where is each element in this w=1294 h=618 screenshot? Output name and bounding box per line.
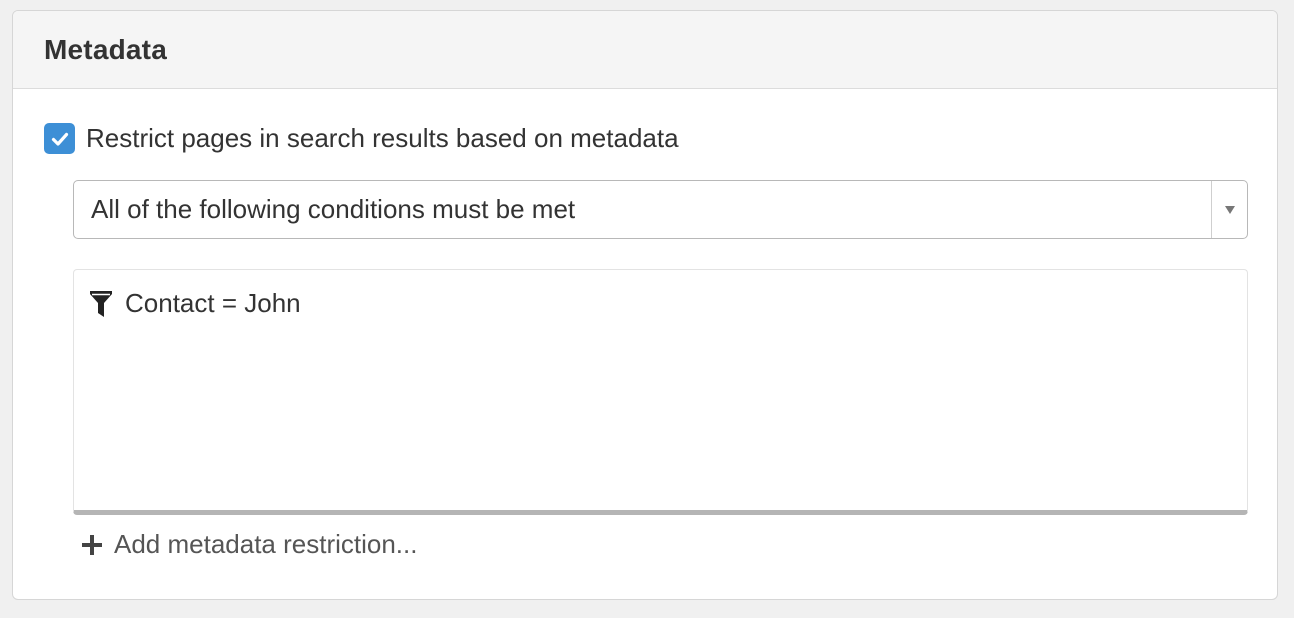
panel-title: Metadata <box>44 33 167 65</box>
add-restriction-link[interactable]: Add metadata restriction... <box>80 529 417 560</box>
metadata-panel: Metadata Restrict pages in search result… <box>12 10 1278 600</box>
condition-select-value: All of the following conditions must be … <box>91 194 576 224</box>
restrict-checkbox-label[interactable]: Restrict pages in search results based o… <box>86 123 679 154</box>
restriction-label: Contact = John <box>125 288 301 318</box>
restrict-checkbox[interactable] <box>44 123 75 154</box>
select-toggle[interactable] <box>1211 181 1247 238</box>
panel-header: Metadata <box>13 11 1277 89</box>
checkmark-icon <box>51 132 68 146</box>
condition-select[interactable]: All of the following conditions must be … <box>73 180 1248 239</box>
filter-icon <box>90 290 112 317</box>
restrict-option-row[interactable]: Restrict pages in search results based o… <box>44 123 679 154</box>
restriction-item[interactable]: Contact = John <box>89 288 301 319</box>
add-restriction-label[interactable]: Add metadata restriction... <box>114 529 417 560</box>
restrictions-list: Contact = John <box>73 269 1248 515</box>
plus-icon <box>82 534 102 555</box>
caret-down-icon <box>1224 205 1235 214</box>
